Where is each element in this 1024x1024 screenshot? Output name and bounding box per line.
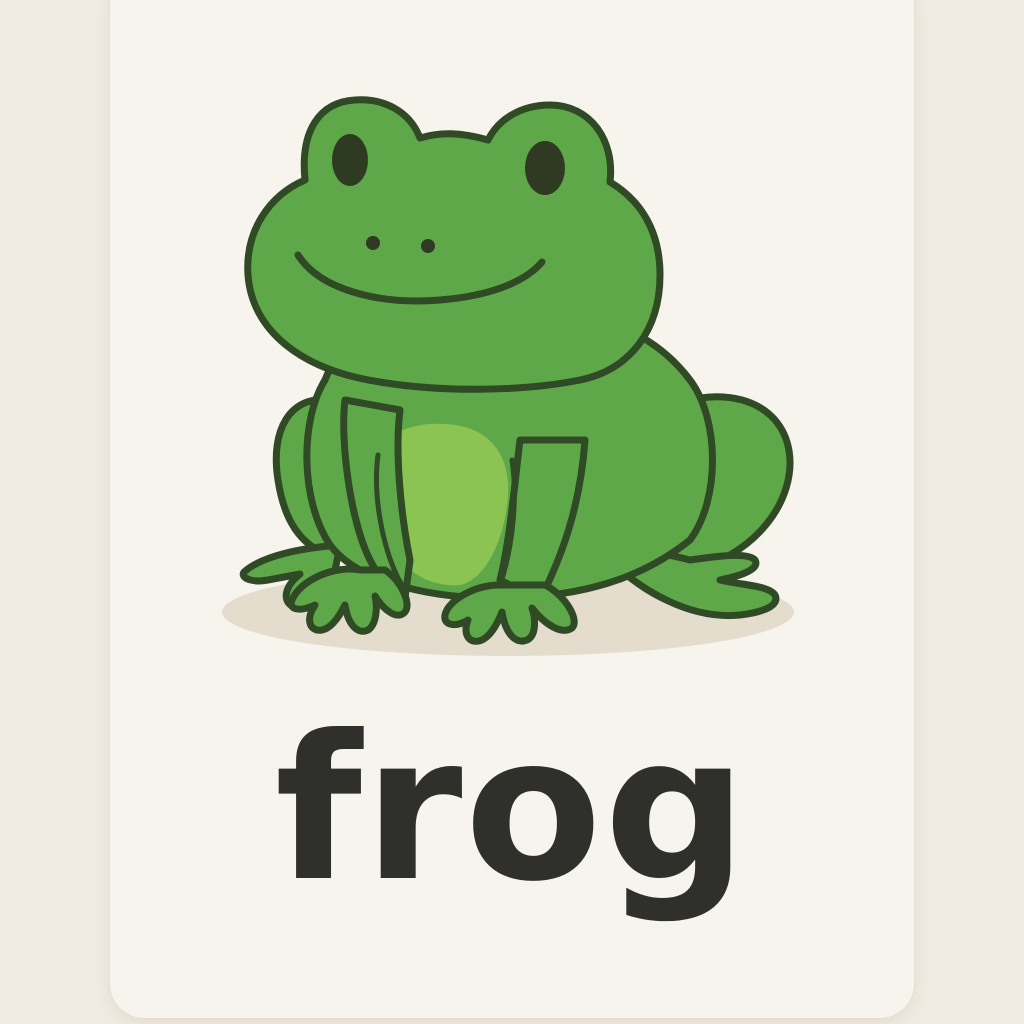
page: frog	[0, 0, 1024, 1024]
right-eye	[525, 141, 565, 195]
word-label: frog	[274, 693, 750, 926]
frog-icon	[222, 96, 794, 656]
frog-head	[244, 96, 664, 393]
left-eye	[332, 134, 368, 186]
left-nostril	[366, 236, 380, 250]
right-nostril	[421, 239, 435, 253]
